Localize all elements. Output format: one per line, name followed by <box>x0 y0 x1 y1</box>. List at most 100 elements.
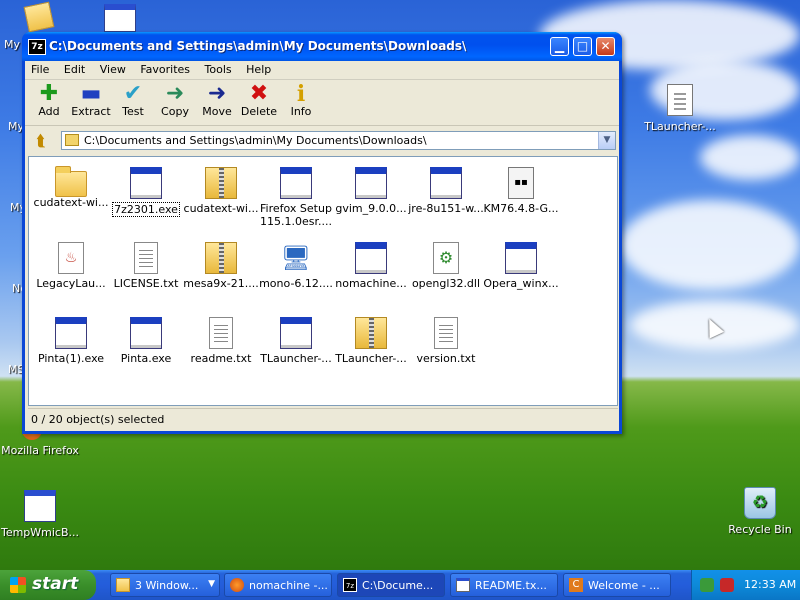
test-button[interactable]: ✔ Test <box>112 83 154 119</box>
file-item[interactable]: ⚙ opengl32.dll <box>408 242 484 290</box>
java-file-icon <box>667 84 693 116</box>
desktop-shortcut-icon[interactable] <box>104 4 136 32</box>
exe-icon <box>55 317 87 349</box>
file-name: jre-8u151-w... <box>408 202 484 215</box>
taskbar-button-notepad[interactable]: README.tx... <box>450 573 558 597</box>
title-bar[interactable]: 7z C:\Documents and Settings\admin\My Do… <box>22 32 622 61</box>
zip-icon <box>205 242 237 274</box>
desktop-icon-tempwmic[interactable]: TempWmicB... <box>0 490 80 539</box>
text-file-icon <box>209 317 233 349</box>
text-file-icon <box>134 242 158 274</box>
file-item[interactable]: Pinta.exe <box>108 317 184 365</box>
file-item[interactable]: 7z2301.exe <box>108 167 184 220</box>
close-button[interactable]: ✕ <box>596 37 615 56</box>
menu-view[interactable]: View <box>94 61 131 76</box>
task-label: C:\Docume... <box>362 579 434 592</box>
file-item[interactable]: ♨ LegacyLau... <box>33 242 109 290</box>
folder-icon <box>116 578 130 592</box>
menu-file[interactable]: File <box>25 61 54 76</box>
security-shield-icon[interactable] <box>720 578 734 592</box>
km-file-icon: ▪▪ <box>508 167 534 199</box>
file-item[interactable]: gvim_9.0.0... <box>333 167 409 215</box>
7zip-app-icon: 7z <box>28 39 46 55</box>
copy-button[interactable]: ➜ Copy <box>154 83 196 119</box>
desktop-icon-tlauncher[interactable]: TLauncher-... <box>640 84 720 133</box>
add-label: Add <box>38 105 60 118</box>
status-bar: 0 / 20 object(s) selected <box>28 408 618 429</box>
file-item[interactable]: mesa9x-21.... <box>183 242 259 290</box>
file-item[interactable]: ▪▪ KM76.4.8-G... <box>483 167 559 215</box>
text-file-icon <box>434 317 458 349</box>
move-button[interactable]: ➜ Move <box>196 83 238 119</box>
cloud <box>700 135 800 180</box>
extract-label: Extract <box>71 105 111 118</box>
zip-icon <box>355 317 387 349</box>
file-name: cudatext-wi... <box>33 196 109 209</box>
exe-icon <box>430 167 462 199</box>
path-combobox[interactable]: C:\Documents and Settings\admin\My Docum… <box>61 131 616 150</box>
delete-x-icon: ✖ <box>249 81 269 106</box>
file-item[interactable]: TLauncher-... <box>258 317 334 365</box>
menu-help[interactable]: Help <box>240 61 276 76</box>
file-item[interactable]: Firefox Setup 115.1.0esr.... <box>258 167 334 228</box>
folder-icon <box>65 134 79 146</box>
folder-icon[interactable] <box>23 1 55 33</box>
minimize-button[interactable]: ▁ <box>550 37 569 56</box>
file-name: mono-6.12.... <box>259 277 333 290</box>
exe-icon <box>355 242 387 274</box>
test-label: Test <box>122 105 144 118</box>
desktop-icon-recycle-bin[interactable]: ♻ Recycle Bin <box>720 487 800 536</box>
chevron-down-icon: ▼ <box>208 579 215 589</box>
file-list[interactable]: cudatext-wi... 7z2301.exe cudatext-wi...… <box>28 156 618 406</box>
desktop-icon-label: Mozilla Firefox <box>1 444 79 457</box>
file-item[interactable]: TLauncher-... <box>333 317 409 365</box>
dropdown-button[interactable]: ▼ <box>598 132 615 149</box>
file-item[interactable]: 🖥 mono-6.12.... <box>258 242 334 290</box>
exe-icon <box>280 317 312 349</box>
file-item[interactable]: version.txt <box>408 317 484 365</box>
maximize-button[interactable]: □ <box>573 37 592 56</box>
clock[interactable]: 12:33 AM <box>744 578 796 591</box>
file-item[interactable]: nomachine... <box>333 242 409 290</box>
taskbar-button-explorer-group[interactable]: 3 Window... ▼ <box>110 573 220 597</box>
installer-icon: 🖥 <box>280 244 312 272</box>
file-item[interactable]: LICENSE.txt <box>108 242 184 290</box>
file-item[interactable]: Opera_winx... <box>483 242 559 290</box>
file-item[interactable]: jre-8u151-w... <box>408 167 484 215</box>
menu-edit[interactable]: Edit <box>58 61 90 76</box>
taskbar: start 3 Window... ▼ nomachine -... 7z C:… <box>0 570 800 600</box>
delete-button[interactable]: ✖ Delete <box>238 81 280 119</box>
file-item[interactable]: readme.txt <box>183 317 259 365</box>
task-label: nomachine -... <box>249 579 328 592</box>
taskbar-button-7zip[interactable]: 7z C:\Docume... <box>337 573 445 597</box>
file-item[interactable]: Pinta(1).exe <box>33 317 109 365</box>
taskbar-button-cudatext[interactable]: C Welcome - ... <box>563 573 671 597</box>
maximize-icon: □ <box>576 39 589 53</box>
file-name: 7z2301.exe <box>112 202 180 217</box>
add-button[interactable]: ✚ Add <box>28 81 70 119</box>
up-folder-button[interactable]: ⮬ <box>31 131 51 151</box>
taskbar-button-firefox[interactable]: nomachine -... <box>224 573 332 597</box>
file-name: LegacyLau... <box>36 277 106 290</box>
file-name: TLauncher-... <box>335 352 407 365</box>
exe-icon <box>130 317 162 349</box>
exe-icon <box>130 167 162 199</box>
network-icon[interactable] <box>700 578 714 592</box>
file-item[interactable]: cudatext-wi... <box>33 166 109 209</box>
status-text: 0 / 20 object(s) selected <box>31 413 165 426</box>
plus-icon: ✚ <box>39 81 59 106</box>
info-button[interactable]: i Info <box>280 83 322 118</box>
desktop-edge-label[interactable]: My <box>4 38 20 51</box>
file-name: Pinta(1).exe <box>37 352 105 365</box>
extract-button[interactable]: ▬ Extract <box>70 83 112 119</box>
recycle-bin-icon: ♻ <box>744 487 776 519</box>
desktop-icon-label: TLauncher-... <box>644 120 716 133</box>
file-item[interactable]: cudatext-wi... <box>183 167 259 215</box>
start-button[interactable]: start <box>0 570 96 600</box>
menu-favorites[interactable]: Favorites <box>134 61 195 76</box>
menu-tools[interactable]: Tools <box>199 61 237 76</box>
move-label: Move <box>202 105 232 118</box>
file-name: Pinta.exe <box>120 352 172 365</box>
file-name: Firefox Setup <box>260 202 332 215</box>
notepad-icon <box>456 578 470 592</box>
